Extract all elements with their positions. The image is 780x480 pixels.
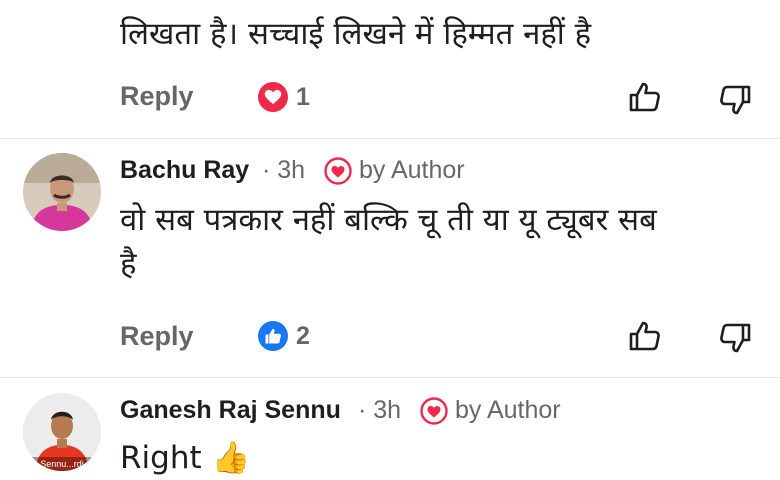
reaction-count[interactable]: 2	[296, 322, 310, 351]
thumbs-up-icon[interactable]	[628, 81, 662, 117]
comment-author[interactable]: Ganesh Raj Sennu	[120, 396, 341, 425]
avatar-caption: Sennu...rdj	[40, 459, 84, 469]
avatar[interactable]	[23, 153, 101, 231]
reply-button[interactable]: Reply	[120, 81, 194, 112]
heart-icon	[324, 157, 352, 189]
thumbs-up-icon[interactable]	[628, 320, 662, 356]
comment-time: · 3h	[262, 156, 306, 184]
divider	[0, 377, 780, 378]
like-reaction-icon[interactable]	[258, 321, 288, 351]
comment-text: Right 👍	[120, 440, 251, 476]
love-reaction-icon[interactable]	[258, 82, 288, 112]
avatar[interactable]: Sennu...rdj	[23, 393, 101, 471]
comment-text: है	[120, 246, 137, 282]
thumbs-down-icon[interactable]	[718, 322, 752, 358]
reaction-count[interactable]: 1	[296, 83, 310, 112]
comment-author[interactable]: Bachu Ray	[120, 156, 249, 185]
comment-time: · 3h	[358, 396, 402, 424]
comment-text: लिखता है। सच्चाई लिखने में हिम्मत नहीं ह…	[120, 16, 592, 52]
heart-icon	[420, 397, 448, 429]
reply-button[interactable]: Reply	[120, 321, 194, 352]
divider	[0, 138, 780, 139]
thumbs-down-icon[interactable]	[718, 84, 752, 120]
author-badge: by Author	[359, 156, 465, 184]
author-badge: by Author	[455, 396, 561, 424]
comment-text: वो सब पत्रकार नहीं बल्कि चू ती या यू ट्य…	[120, 202, 657, 238]
